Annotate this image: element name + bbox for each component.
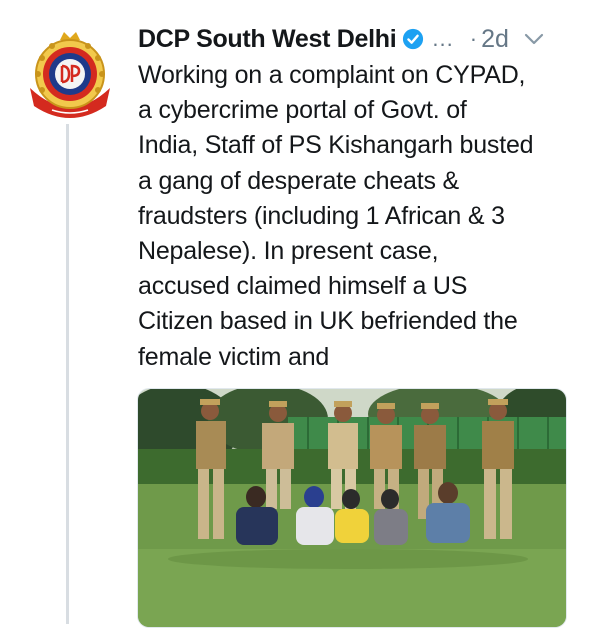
delhi-police-emblem-icon [30,32,110,118]
author-avatar[interactable] [22,26,118,122]
tweet-text-line: Working on a complaint on CYPAD, [138,61,526,89]
thread-connector-line [66,124,69,624]
author-name[interactable]: DCP South West Delhi [138,25,397,54]
verified-badge-icon [403,28,424,50]
tweet-text-line: accused claimed himself a US [138,272,468,301]
tweet-header: DCP South West Delhi ... · 2d [138,22,578,56]
tweet-text-line: Nepalese). In present case, [138,237,439,266]
tweet-text-line: India, Staff of PS Kishangarh busted [138,131,534,160]
tweet-timestamp[interactable]: 2d [481,25,509,54]
tweet-media-photo[interactable] [137,388,567,628]
tweet-text-line: a cybercrime portal of Govt. of [138,96,467,125]
chevron-down-icon[interactable] [523,32,545,46]
tweet-text-line: fraudsters (including 1 African & 3 [138,201,505,230]
tweet-body: Working on a complaint on CYPAD, a cyber… [138,58,578,375]
name-truncation-ellipsis: ... [432,26,454,51]
tweet-text-line: female victim and [138,342,330,371]
tweet-text-line: a gang of desperate cheats & [138,166,460,195]
tweet-text-line: Citizen based in UK befriended the [138,307,518,336]
meta-separator: · [469,26,478,51]
group-photo-image [138,389,566,627]
